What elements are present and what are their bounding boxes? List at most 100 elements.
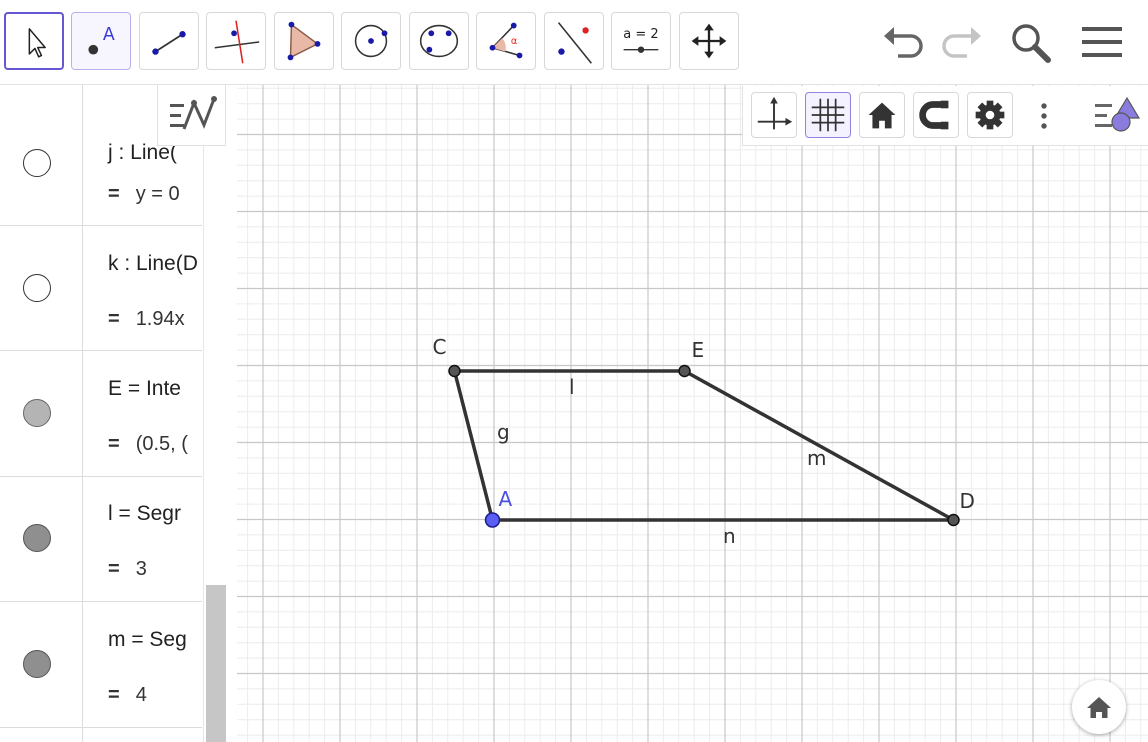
algebra-row-m[interactable]: m = Seg = 4 xyxy=(0,601,202,728)
algebra-value-E: = (0.5, ( xyxy=(108,433,188,456)
visibility-toggle-m[interactable] xyxy=(23,650,51,678)
segment-label-l: l xyxy=(569,375,575,399)
grid xyxy=(237,85,1148,742)
move-graphics-view-tool-button[interactable] xyxy=(679,12,739,70)
algebra-value-text: 1.94x xyxy=(135,308,185,330)
point-tool-icon: A xyxy=(88,25,115,55)
polygon-tool-button[interactable] xyxy=(274,12,334,70)
algebra-row-E[interactable]: E = Inte = (0.5, ( xyxy=(0,350,202,477)
algebra-value-text: (0.5, ( xyxy=(135,433,188,455)
standard-view-button[interactable] xyxy=(859,92,905,138)
slider-tool-icon xyxy=(623,46,659,53)
algebra-graph-icon xyxy=(170,96,217,130)
axes-icon xyxy=(757,96,793,130)
axes-toggle-button[interactable] xyxy=(751,92,797,138)
algebra-value-m: = 4 xyxy=(108,684,147,707)
svg-text:A: A xyxy=(103,25,115,45)
segment-g xyxy=(452,370,495,521)
visibility-toggle-l[interactable] xyxy=(23,524,51,552)
search-icon xyxy=(1012,24,1051,63)
equals-sign: = xyxy=(108,558,120,580)
segment-label-n: n xyxy=(723,524,736,548)
undo-button[interactable] xyxy=(880,16,930,66)
equals-sign: = xyxy=(108,433,120,455)
algebra-row-next xyxy=(0,727,202,742)
angle-tool-icon: α xyxy=(489,22,523,59)
points-layer: A C E D xyxy=(433,335,975,528)
algebra-scrollbar[interactable] xyxy=(203,85,226,742)
algebra-definition-k[interactable]: k : Line(D xyxy=(108,252,198,276)
gear-icon xyxy=(975,100,1005,130)
move-graphics-view-tool-icon xyxy=(691,23,727,59)
style-bar-toggle-button[interactable] xyxy=(1089,94,1145,138)
algebra-row-l[interactable]: l = Segr = 3 xyxy=(0,476,202,602)
redo-button[interactable] xyxy=(935,16,985,66)
segment-tool-button[interactable] xyxy=(139,12,199,70)
point-label-A: A xyxy=(499,487,513,511)
algebra-definition-m[interactable]: m = Seg xyxy=(108,628,187,652)
algebra-value-j: = y = 0 xyxy=(108,183,180,206)
visibility-toggle-k[interactable] xyxy=(23,274,51,302)
visibility-toggle-E[interactable] xyxy=(23,399,51,427)
home-icon xyxy=(868,102,896,129)
point-C[interactable] xyxy=(448,364,461,378)
equals-sign: = xyxy=(108,183,120,205)
algebra-value-text: 3 xyxy=(135,558,147,580)
graphics-settings-button[interactable] xyxy=(967,92,1013,138)
graphics-view[interactable]: g l m n A C E D xyxy=(237,85,1148,742)
point-capturing-button[interactable] xyxy=(913,92,959,138)
algebra-value-l: = 3 xyxy=(108,558,147,581)
point-label-D: D xyxy=(960,489,975,513)
grid-icon xyxy=(811,98,845,132)
search-button[interactable] xyxy=(1006,16,1056,66)
move-tool-icon xyxy=(28,28,46,58)
conic-tool-button[interactable] xyxy=(409,12,469,70)
polygon-tool-icon xyxy=(287,21,321,61)
perpendicular-line-tool-button[interactable] xyxy=(206,12,266,70)
algebra-marble-column xyxy=(0,85,83,99)
algebra-scrollbar-thumb[interactable] xyxy=(206,585,226,742)
grid-toggle-button[interactable] xyxy=(805,92,851,138)
segment-label-g: g xyxy=(497,420,510,444)
circle-tool-button[interactable] xyxy=(341,12,401,70)
algebra-style-toggle-button[interactable] xyxy=(157,85,226,146)
point-tool-button[interactable]: A xyxy=(71,12,131,70)
algebra-value-text: y = 0 xyxy=(135,183,180,205)
algebra-value-k: = 1.94x xyxy=(108,308,185,331)
svg-text:α: α xyxy=(511,36,517,47)
main-toolbar: A α a = 2 xyxy=(0,0,1148,85)
home-icon xyxy=(1087,697,1111,718)
style-bar-toggle-icon xyxy=(1095,96,1141,132)
algebra-view: j : Line( = y = 0 k : Line(D = 1.94x E = I… xyxy=(0,85,226,742)
point-label-E: E xyxy=(692,338,705,362)
more-options-button[interactable] xyxy=(1031,98,1057,134)
algebra-value-text: 4 xyxy=(135,684,147,706)
segment-label-m: m xyxy=(807,446,826,470)
menu-icon xyxy=(1082,27,1122,57)
perpendicular-line-tool-icon xyxy=(214,20,260,64)
redo-icon xyxy=(942,27,981,58)
equals-sign: = xyxy=(108,684,120,706)
circle-tool-icon xyxy=(354,24,388,58)
slider-tool-button[interactable]: a = 2 xyxy=(611,12,671,70)
move-tool-button[interactable] xyxy=(4,12,64,70)
algebra-marble-cell xyxy=(0,727,83,742)
graphics-canvas[interactable]: g l m n A C E D xyxy=(237,85,1148,742)
point-A[interactable] xyxy=(484,512,501,528)
point-D[interactable] xyxy=(947,513,960,527)
algebra-definition-l[interactable]: l = Segr xyxy=(108,502,181,526)
menu-button[interactable] xyxy=(1078,16,1128,66)
undo-icon xyxy=(884,27,923,58)
home-fab-button[interactable] xyxy=(1072,680,1126,734)
algebra-row-k[interactable]: k : Line(D = 1.94x xyxy=(0,225,202,351)
reflect-tool-icon xyxy=(557,22,592,64)
equals-sign: = xyxy=(108,308,120,330)
point-E[interactable] xyxy=(678,364,691,378)
algebra-definition-E[interactable]: E = Inte xyxy=(108,377,181,401)
visibility-toggle-j[interactable] xyxy=(23,149,51,177)
segment-labels-layer: g l m n xyxy=(497,375,826,548)
reflect-tool-button[interactable] xyxy=(544,12,604,70)
graphics-style-bar xyxy=(742,86,1148,146)
angle-tool-button[interactable]: α xyxy=(476,12,536,70)
point-label-C: C xyxy=(433,335,447,359)
